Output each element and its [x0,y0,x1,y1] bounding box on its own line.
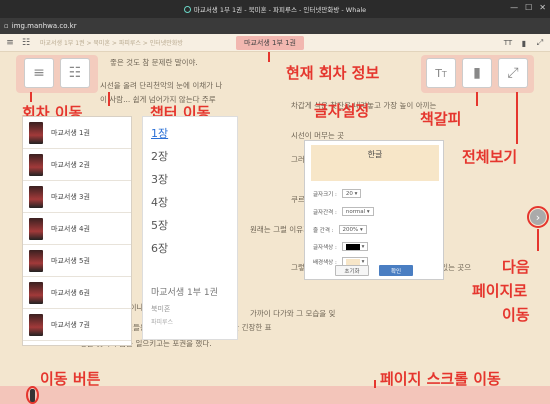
line-height-select[interactable]: 200% ▾ [338,225,367,234]
annot-next-3: 이동 [502,306,530,324]
arrow [476,92,478,106]
section-item[interactable]: 4장 [151,194,229,217]
cover-thumbnail [29,185,43,208]
cover-thumbnail [29,313,43,336]
address-bar[interactable]: ▫ img.manhwa.co.kr [0,18,550,34]
annot-next-2: 페이지로 [472,282,528,300]
arrow [374,380,376,388]
bookmark-icon: ▮ [473,65,481,81]
maximize-icon[interactable]: ☐ [525,3,532,12]
url-host: img.manhwa.co.kr [11,22,77,30]
hamburger-icon: ≡ [33,65,45,81]
section-item[interactable]: 3장 [151,171,229,194]
minimize-icon[interactable]: — [510,3,518,12]
fullscreen-icon[interactable]: ⤢ [532,35,548,51]
section-item[interactable]: 5장 [151,217,229,240]
fullscreen-button[interactable]: ⤢ [498,58,528,88]
text-line: 좋은 것도 참 문제란 말이야. [110,58,198,67]
arrow [108,92,110,106]
annot-next-1: 다음 [502,258,530,276]
window-title: 마교서생 1부 1권 - 북미혼 - 파피루스 - 인터넷만화방 - Whale [193,6,367,14]
annot-chapter-info: 현재 회차 정보 [286,64,380,82]
list-icon: ☷ [68,65,82,81]
font-settings-button[interactable]: TT [426,58,456,88]
ok-button[interactable]: 확인 [379,265,413,276]
font-preview: 한글 [311,145,439,181]
list-item[interactable]: 마교서생 5권 [23,245,131,277]
bookmark-button[interactable]: ▮ [462,58,492,88]
book-author: 북미혼 [151,305,171,313]
section-item[interactable]: 6장 [151,240,229,263]
arrow [537,229,539,251]
section-item[interactable]: 2장 [151,148,229,171]
text-size-icon: TT [435,66,447,80]
text-line: 시선을 올려 단리천악의 눈에 이채가 나 [100,81,223,90]
expand-icon: ⤢ [507,65,519,81]
section-list-panel: 1장 2장 3장 4장 5장 6장 마교서생 1부 1권 북미혼 파피루스 [142,116,238,340]
cover-thumbnail [29,153,43,176]
episode-menu-icon[interactable]: ≡ [2,35,18,51]
list-item[interactable]: 마교서생 1권 [23,117,131,149]
cover-thumbnail [29,249,43,272]
list-item[interactable]: 마교서생 2권 [23,149,131,181]
font-size-row: 글자크기 : 20 ▾ [313,189,362,198]
text-color-row: 글자색상 : ▾ [313,242,369,251]
chapter-list-icon[interactable]: ☷ [18,35,34,51]
annot-fullscreen: 전체보기 [462,148,518,166]
annot-font-settings: 글자설정 [314,102,370,120]
annot-move-button: 이동 버튼 [40,370,101,388]
letter-spacing-select[interactable]: normal ▾ [341,207,374,216]
scroll-thumb[interactable] [30,389,35,402]
whale-icon [183,5,191,13]
breadcrumb: 마교서생 1부 1권 > 북미혼 > 파피루스 > 인터넷만화방 [40,40,183,47]
episode-list-panel: 마교서생 1권 마교서생 2권 마교서생 3권 마교서생 4권 마교서생 5권 … [22,116,132,346]
close-icon[interactable]: ✕ [539,3,546,12]
window-titlebar: 마교서생 1부 1권 - 북미혼 - 파피루스 - 인터넷만화방 - Whale… [0,0,550,18]
page-icon: ▫ [4,22,9,30]
book-publisher: 파피루스 [151,319,174,326]
list-item[interactable]: 마교서생 7권 [23,309,131,341]
list-item[interactable]: 마교서생 4권 [23,213,131,245]
text-color-picker[interactable]: ▾ [341,242,369,251]
line-height-row: 줄 간격 : 200% ▾ [313,225,367,234]
arrow [30,92,32,102]
cover-thumbnail [29,121,43,144]
section-item[interactable]: 1장 [151,125,229,148]
arrow [516,92,518,144]
chevron-right-icon: › [535,210,541,224]
letter-spacing-row: 글자간격 : normal ▾ [313,207,374,216]
current-chapter-title: 마교서생 1부 1권 [236,36,304,50]
font-settings-icon[interactable]: TT [500,35,516,51]
episode-move-button[interactable]: ≡ [24,58,54,88]
annot-bookmark: 책갈피 [420,110,462,128]
reset-button[interactable]: 초기화 [335,265,369,276]
annot-page-scroll: 페이지 스크롤 이동 [380,370,501,388]
font-settings-panel: 한글 글자크기 : 20 ▾ 글자간격 : normal ▾ 줄 간격 : 20… [304,140,444,280]
book-title: 마교서생 1부 1권 [151,288,218,298]
list-item[interactable]: 마교서생 6권 [23,277,131,309]
next-page-button[interactable]: › [530,209,546,225]
bookmark-icon[interactable]: ▮ [516,35,532,51]
cover-thumbnail [29,281,43,304]
cover-thumbnail [29,217,43,240]
arrow [268,52,270,62]
font-size-select[interactable]: 20 ▾ [341,189,362,198]
text-line: 가까이 다가와 그 모습을 잊 [250,309,336,318]
chapter-move-button[interactable]: ☷ [60,58,90,88]
list-item[interactable]: 마교서생 3권 [23,181,131,213]
